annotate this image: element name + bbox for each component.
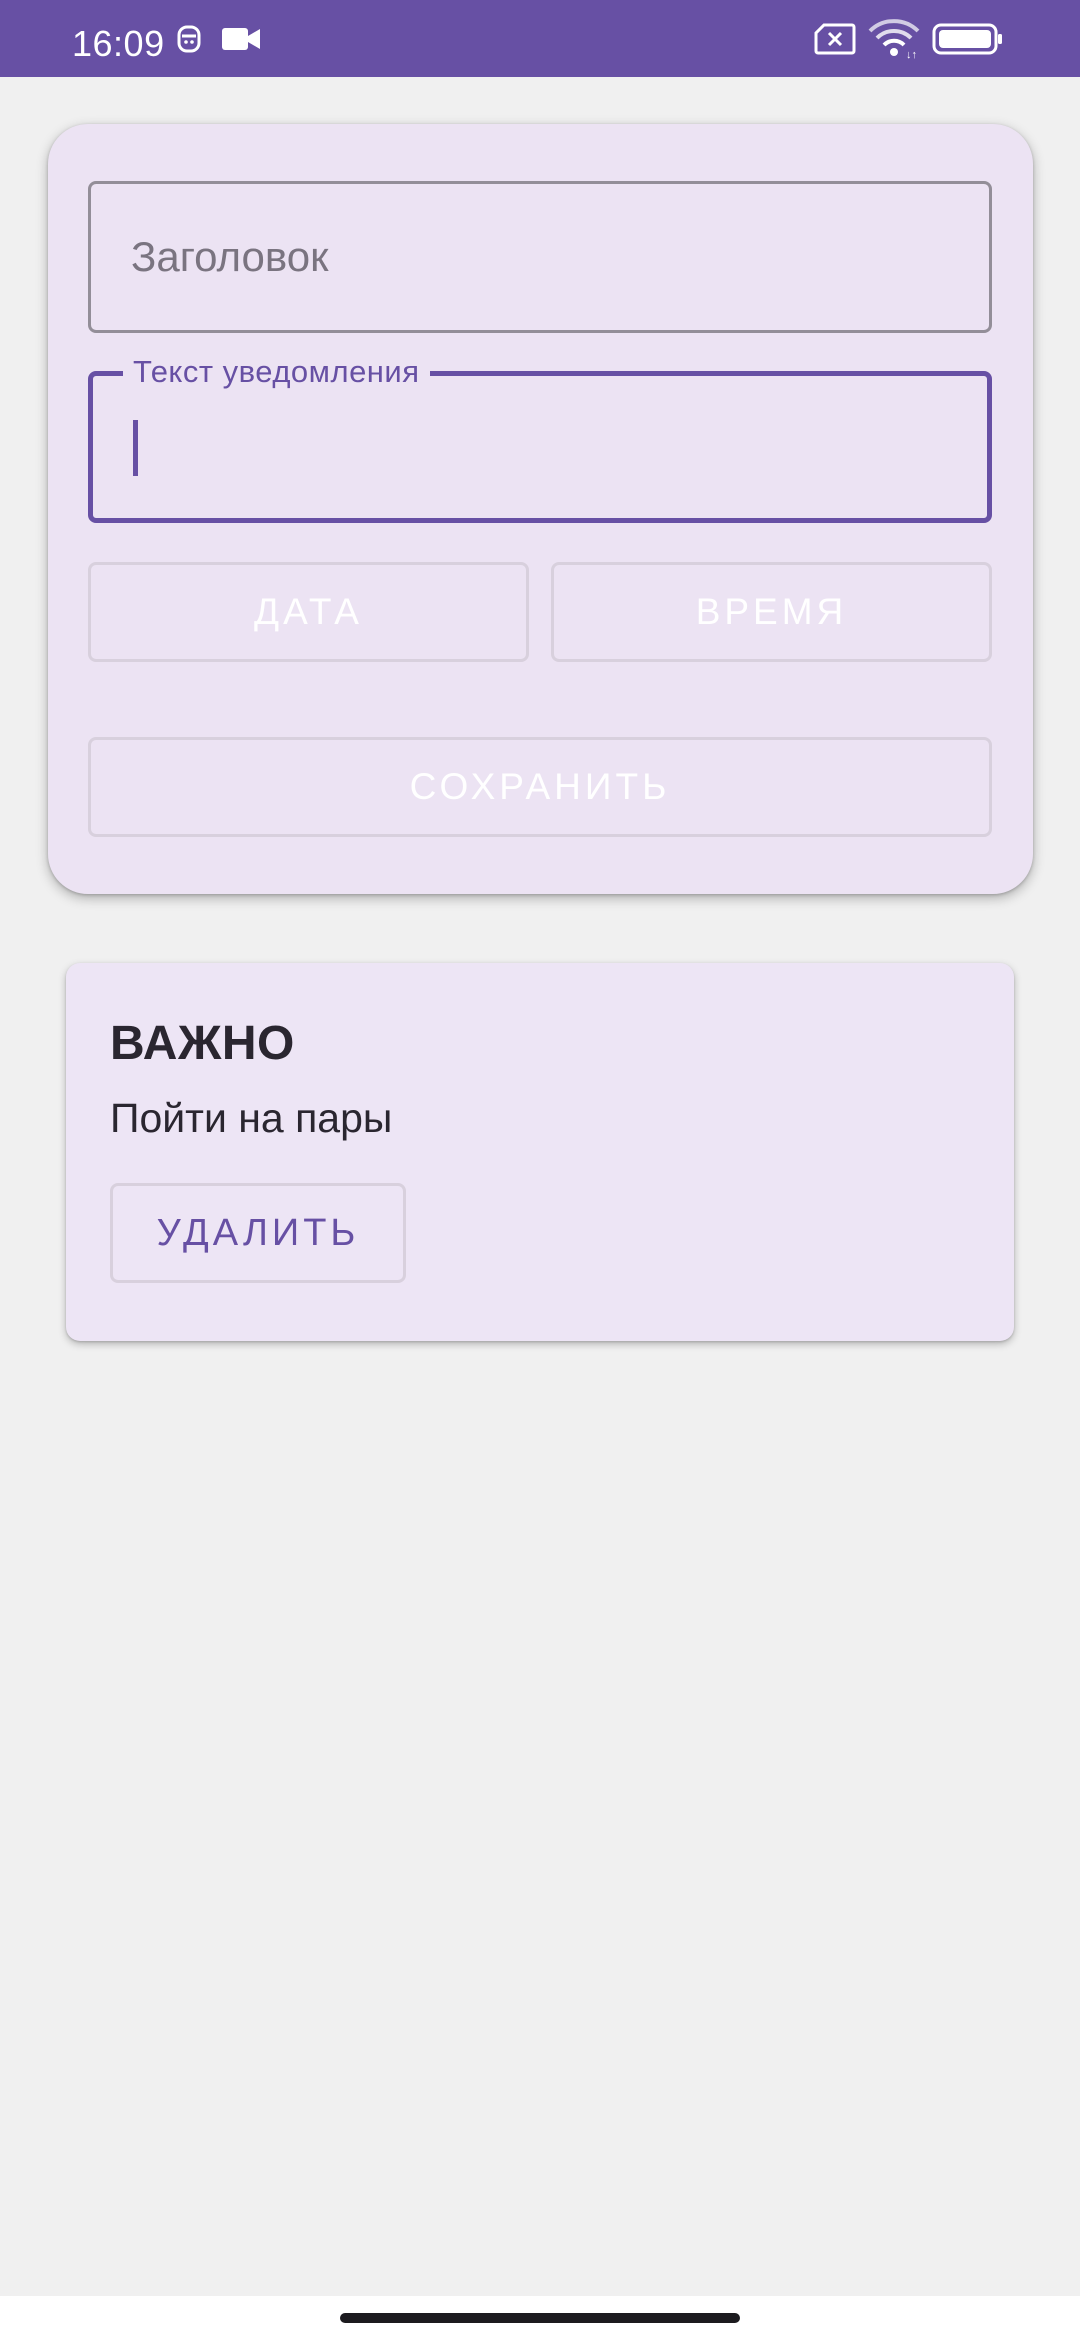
notification-text-label: Текст уведомления	[123, 352, 430, 392]
video-camera-icon	[222, 0, 262, 77]
date-button[interactable]: ДАТА	[88, 562, 529, 662]
notification-body: Пойти на пары	[110, 1095, 393, 1141]
home-indicator[interactable]	[340, 2313, 740, 2323]
notification-card: ВАЖНО Пойти на пары УДАЛИТЬ	[66, 963, 1014, 1341]
notification-text-input[interactable]: Текст уведомления	[88, 352, 992, 523]
save-button[interactable]: СОХРАНИТЬ	[88, 737, 992, 837]
battery-icon	[932, 0, 1004, 77]
title-input[interactable]: Заголовок	[88, 181, 992, 333]
status-bar: 16:09 ↓↑	[0, 0, 1080, 77]
status-time: 16:09	[72, 23, 165, 64]
notification-title: ВАЖНО	[110, 1017, 295, 1070]
time-button[interactable]: ВРЕМЯ	[551, 562, 992, 662]
face-badge-icon	[176, 0, 202, 77]
notification-form-card: Заголовок Текст уведомления ДАТА ВРЕМЯ С…	[48, 124, 1033, 894]
title-input-placeholder: Заголовок	[131, 233, 329, 280]
svg-text:↓↑: ↓↑	[906, 49, 917, 59]
delete-button[interactable]: УДАЛИТЬ	[110, 1183, 406, 1283]
wifi-icon: ↓↑	[868, 0, 920, 77]
text-cursor	[133, 420, 138, 476]
sim-x-icon	[814, 0, 856, 77]
